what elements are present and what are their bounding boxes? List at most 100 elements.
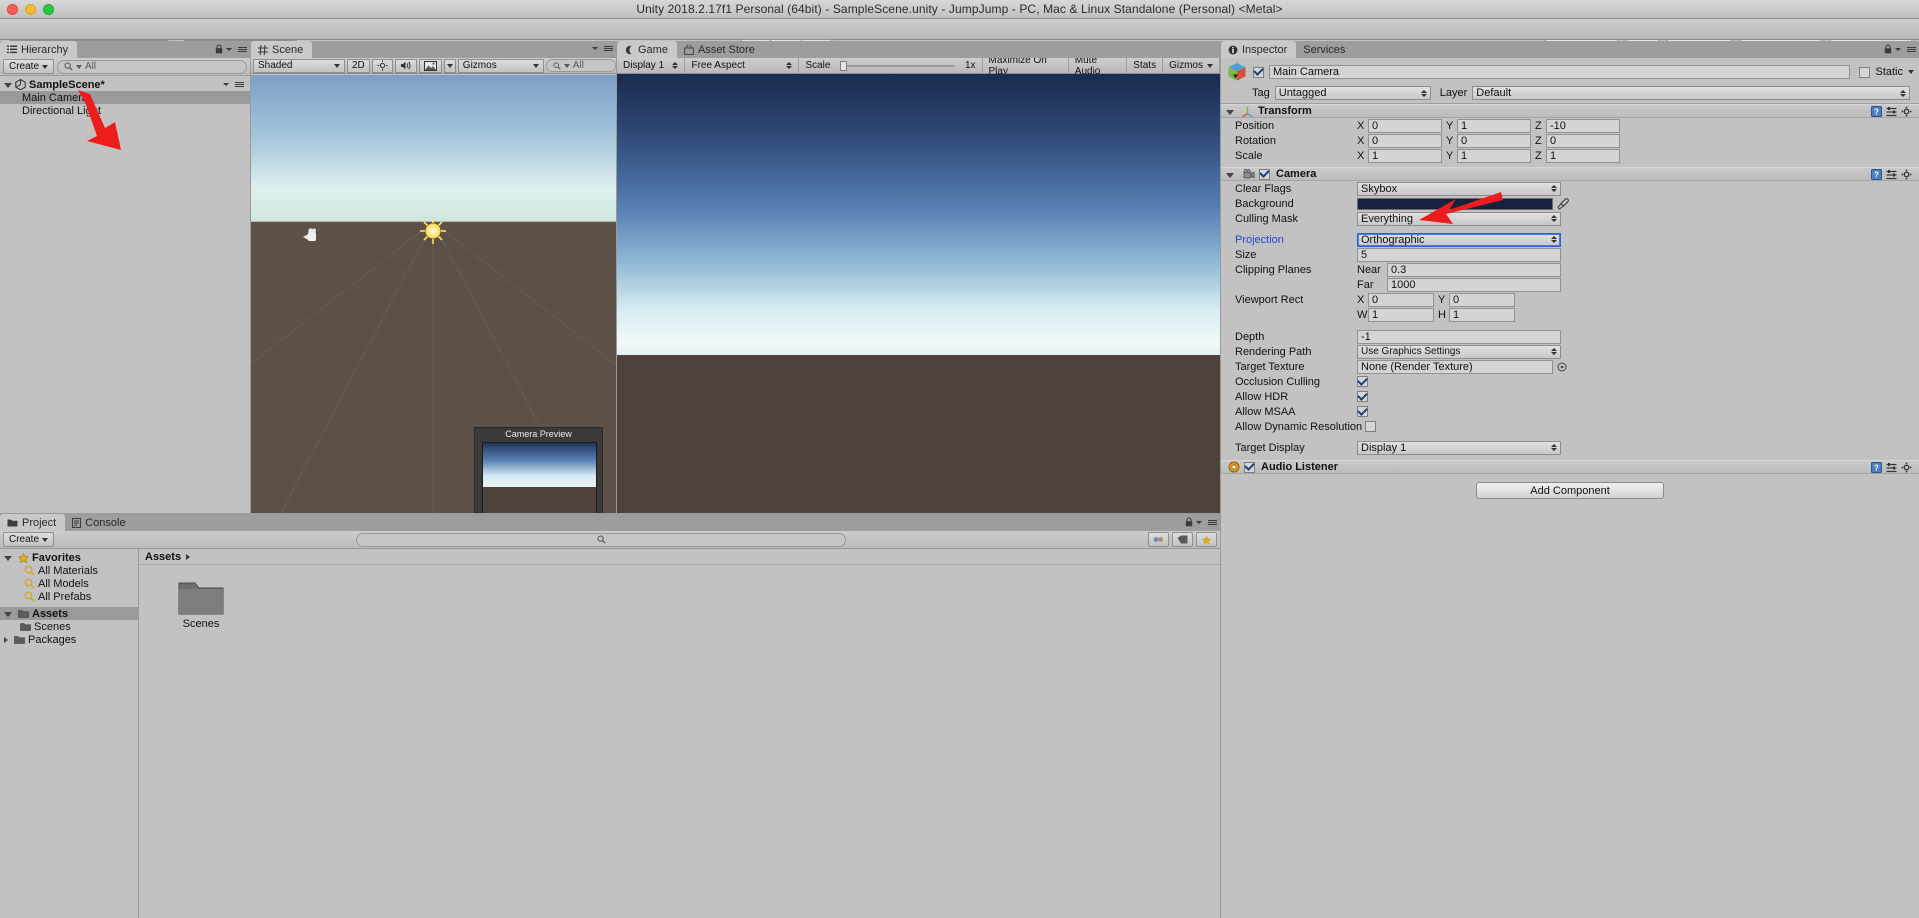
camera-tools[interactable]: ?	[1871, 168, 1919, 180]
scene-audio-toggle[interactable]	[394, 58, 417, 73]
panel-divider[interactable]	[250, 41, 251, 513]
far-field[interactable]: 1000	[1387, 277, 1561, 292]
scene-row-menu[interactable]	[223, 80, 244, 89]
position-y-field[interactable]: 1	[1457, 118, 1531, 133]
scale-thumb[interactable]	[840, 60, 848, 71]
layer-dropdown[interactable]: Default	[1472, 86, 1910, 100]
stats-button[interactable]: Stats	[1127, 57, 1164, 74]
asset-item-scenes[interactable]: Scenes	[165, 579, 237, 630]
scale-x-field[interactable]: 1	[1368, 148, 1442, 163]
game-aspect-dropdown[interactable]: Free Aspect	[685, 57, 800, 74]
scene-fx-toggle[interactable]	[418, 58, 442, 73]
scene-fx-dropdown[interactable]	[443, 58, 456, 73]
rotation-z-field[interactable]: 0	[1546, 133, 1620, 148]
project-create-button[interactable]: Create	[3, 532, 55, 547]
panel-menu-icon[interactable]	[602, 44, 613, 53]
project-filter-by-label-button[interactable]	[1172, 532, 1194, 547]
tab-project[interactable]: Project	[0, 514, 66, 531]
expand-arrow-icon[interactable]	[4, 556, 12, 561]
project-tree-assets[interactable]: Assets	[0, 607, 138, 620]
culling-mask-dropdown[interactable]: Everything	[1357, 211, 1561, 226]
occlusion-culling-checkbox[interactable]	[1357, 376, 1368, 387]
tab-inspector[interactable]: Inspector	[1221, 41, 1297, 58]
breadcrumb-root[interactable]: Assets	[145, 551, 181, 563]
scene-lighting-toggle[interactable]	[371, 58, 393, 73]
panel-menu-icon[interactable]	[1905, 45, 1916, 54]
panel-divider[interactable]	[1220, 41, 1221, 918]
rotation-y-field[interactable]: 0	[1457, 133, 1531, 148]
allow-hdr-checkbox[interactable]	[1357, 391, 1368, 402]
game-viewport[interactable]	[617, 74, 1220, 513]
object-name-field[interactable]: Main Camera	[1269, 65, 1851, 79]
window-controls[interactable]	[7, 4, 54, 15]
viewport-w-field[interactable]: 1	[1368, 307, 1434, 322]
project-favorite-button[interactable]	[1196, 532, 1218, 547]
scene-shading-dropdown[interactable]: Shaded	[253, 58, 345, 73]
expand-arrow-icon[interactable]	[4, 83, 12, 88]
target-display-dropdown[interactable]: Display 1	[1357, 440, 1561, 455]
transform-tools[interactable]: ?	[1871, 105, 1919, 117]
inspector-tab-tools[interactable]	[1884, 44, 1916, 54]
add-component-button[interactable]: Add Component	[1476, 482, 1664, 499]
scale-y-field[interactable]: 1	[1457, 148, 1531, 163]
tab-hierarchy[interactable]: Hierarchy	[0, 41, 78, 58]
target-texture-field[interactable]: None (Render Texture)	[1357, 359, 1553, 374]
camera-enabled-checkbox[interactable]	[1259, 168, 1270, 180]
project-tree-scenes[interactable]: Scenes	[0, 620, 138, 633]
collapse-arrow-icon[interactable]	[1226, 172, 1234, 178]
panel-divider[interactable]	[616, 41, 617, 513]
camera-component-header[interactable]: Camera ?	[1221, 167, 1919, 181]
tab-asset-store[interactable]: Asset Store	[676, 41, 764, 58]
scene-tab-tools[interactable]	[592, 44, 613, 53]
object-enabled-checkbox[interactable]	[1253, 66, 1264, 78]
hierarchy-item-main-camera[interactable]: Main Camera	[0, 91, 250, 104]
project-favorite-all-materials[interactable]: All Materials	[0, 564, 138, 577]
transform-component-header[interactable]: Transform ?	[1221, 104, 1919, 118]
rotation-x-field[interactable]: 0	[1368, 133, 1442, 148]
scene-search-input[interactable]: All	[545, 59, 616, 72]
expand-arrow-icon[interactable]	[4, 612, 12, 617]
scene-2d-toggle[interactable]: 2D	[347, 58, 370, 73]
background-color-swatch[interactable]	[1357, 197, 1553, 210]
near-field[interactable]: 0.3	[1387, 262, 1561, 277]
audio-listener-component-header[interactable]: Audio Listener ?	[1221, 460, 1919, 474]
rendering-path-dropdown[interactable]: Use Graphics Settings	[1357, 344, 1561, 359]
tab-game[interactable]: Game	[617, 41, 677, 58]
project-favorite-all-models[interactable]: All Models	[0, 577, 138, 590]
eyedropper-icon[interactable]	[1557, 197, 1569, 210]
depth-field[interactable]: -1	[1357, 329, 1561, 344]
viewport-x-field[interactable]: 0	[1368, 292, 1434, 307]
tab-services[interactable]: Services	[1296, 41, 1355, 58]
tab-scene[interactable]: Scene	[251, 41, 313, 58]
maximize-button[interactable]	[43, 4, 54, 15]
panel-divider[interactable]	[0, 513, 1220, 514]
project-favorites-row[interactable]: Favorites	[0, 551, 138, 564]
minimize-button[interactable]	[25, 4, 36, 15]
static-dropdown-icon[interactable]	[1908, 70, 1914, 74]
clear-flags-dropdown[interactable]: Skybox	[1357, 181, 1561, 196]
game-gizmos-button[interactable]: Gizmos	[1163, 57, 1220, 74]
scene-menu-icon[interactable]	[233, 80, 244, 89]
projection-dropdown[interactable]: Orthographic	[1357, 232, 1561, 247]
panel-menu-icon[interactable]	[236, 45, 247, 54]
allow-dynamic-resolution-checkbox[interactable]	[1365, 421, 1376, 432]
viewport-h-field[interactable]: 1	[1449, 307, 1515, 322]
project-tree-packages[interactable]: Packages	[0, 633, 138, 646]
object-picker-icon[interactable]	[1557, 362, 1567, 372]
maximize-on-play-button[interactable]: Maximize On Play	[983, 55, 1069, 77]
project-tab-tools[interactable]	[1185, 517, 1217, 527]
collapse-arrow-icon[interactable]	[1226, 109, 1234, 115]
game-display-dropdown[interactable]: Display 1	[617, 57, 686, 74]
panel-menu-icon[interactable]	[1206, 518, 1217, 527]
close-button[interactable]	[7, 4, 18, 15]
position-x-field[interactable]: 0	[1368, 118, 1442, 133]
viewport-y-field[interactable]: 0	[1449, 292, 1515, 307]
project-search-input[interactable]	[356, 532, 847, 547]
hierarchy-search-input[interactable]: All	[57, 59, 247, 74]
hierarchy-create-button[interactable]: Create	[3, 59, 55, 74]
audio-listener-tools[interactable]: ?	[1871, 461, 1919, 473]
scene-viewport[interactable]: Camera Preview	[251, 75, 616, 513]
game-scale-slider[interactable]: Scale 1x	[799, 57, 983, 74]
mute-audio-button[interactable]: Mute Audio	[1069, 55, 1128, 77]
allow-msaa-checkbox[interactable]	[1357, 406, 1368, 417]
